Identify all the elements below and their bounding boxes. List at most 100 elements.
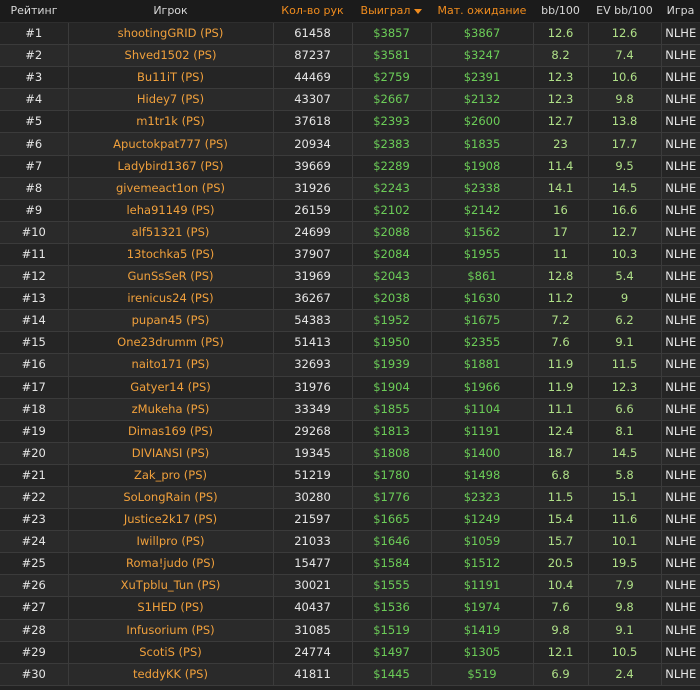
game-cell: NLHE: [660, 508, 700, 532]
player-link[interactable]: XuTpblu_Tun (PS): [121, 578, 221, 592]
bb100-cell: 6.8: [532, 464, 588, 487]
won-cell: $2243: [351, 177, 431, 200]
player-link[interactable]: SoLongRain (PS): [123, 490, 217, 504]
player-link[interactable]: Bu11iT (PS): [137, 70, 204, 84]
ev-cell: $519: [430, 663, 533, 686]
rank-cell: #5: [0, 110, 68, 134]
player-cell: givemeact1on (PS): [67, 177, 273, 200]
player-link[interactable]: Roma!judo (PS): [126, 556, 215, 570]
player-link[interactable]: DIVIANSI (PS): [132, 446, 210, 460]
player-link[interactable]: ScotiS (PS): [139, 645, 202, 659]
table-row: #17 Gatyer14 (PS) 31976 $1904 $1966 11.9 12.3 N…: [0, 376, 700, 399]
ev-cell: $1562: [430, 221, 533, 244]
won-cell: $1780: [351, 464, 431, 487]
player-link[interactable]: zMukeha (PS): [132, 402, 210, 416]
evbb100-cell: 11.6: [587, 508, 661, 532]
player-cell: m1tr1k (PS): [67, 110, 273, 134]
game-cell: NLHE: [660, 552, 700, 576]
hands-cell: 15477: [272, 552, 352, 576]
player-link[interactable]: 13tochka5 (PS): [127, 247, 214, 261]
player-link[interactable]: Shved1502 (PS): [125, 48, 217, 62]
game-cell: NLHE: [660, 596, 700, 620]
player-link[interactable]: S1HED (PS): [137, 600, 203, 614]
player-link[interactable]: teddyKK (PS): [133, 667, 208, 681]
header-won[interactable]: Выиграл: [352, 0, 431, 23]
won-cell: $1776: [351, 486, 431, 510]
player-cell: zMukeha (PS): [67, 398, 273, 421]
table-row: #26 XuTpblu_Tun (PS) 30021 $1555 $1191 10.4 7.…: [0, 574, 700, 598]
ev-cell: $1498: [430, 464, 533, 487]
rank-cell: #2: [0, 44, 68, 68]
player-link[interactable]: pupan45 (PS): [132, 313, 210, 327]
table-row: #10 alf51321 (PS) 24699 $2088 $1562 17 12.7 NLH…: [0, 221, 700, 244]
evbb100-cell: 14.5: [587, 442, 661, 465]
won-cell: $2043: [351, 265, 431, 289]
sort-desc-icon: [414, 8, 423, 14]
game-cell: NLHE: [660, 486, 700, 510]
hands-cell: 61458: [272, 22, 352, 46]
player-link[interactable]: shootingGRID (PS): [118, 26, 224, 40]
ev-cell: $1835: [430, 132, 533, 156]
header-ev[interactable]: Мат. ожидание: [431, 0, 533, 23]
bb100-cell: 12.7: [532, 110, 588, 134]
rank-cell: #27: [0, 596, 68, 620]
player-link[interactable]: Gatyer14 (PS): [130, 380, 211, 394]
table-row: #19 Dimas169 (PS) 29268 $1813 $1191 12.4 8.1 NL…: [0, 420, 700, 443]
game-cell: NLHE: [660, 353, 700, 377]
player-link[interactable]: givemeact1on (PS): [116, 181, 225, 195]
ev-cell: $2323: [430, 486, 533, 510]
table-row: #20 DIVIANSI (PS) 19345 $1808 $1400 18.7 14.5 N…: [0, 442, 700, 465]
table-row: #1 shootingGRID (PS) 61458 $3857 $3867 12.6 12…: [0, 22, 700, 46]
won-cell: $2088: [351, 221, 431, 244]
player-link[interactable]: alf51321 (PS): [132, 225, 210, 239]
header-hands[interactable]: Кол-во рук: [273, 0, 352, 23]
game-cell: NLHE: [660, 376, 700, 399]
game-cell: NLHE: [660, 221, 700, 244]
player-link[interactable]: GunSsSeR (PS): [127, 269, 213, 283]
header-ev-label: Мат. ожидание: [437, 4, 527, 17]
bb100-cell: 11.4: [532, 155, 588, 178]
won-cell: $1646: [351, 530, 431, 554]
evbb100-cell: 10.6: [587, 66, 661, 90]
hands-cell: 37907: [272, 243, 352, 267]
player-link[interactable]: Iwillpro (PS): [136, 534, 204, 548]
bb100-cell: 9.8: [532, 619, 588, 642]
evbb100-cell: 9.8: [587, 596, 661, 620]
table-header: Рейтинг Игрок Кол-во рук Выиграл Мат. ож…: [0, 0, 700, 23]
game-cell: NLHE: [660, 530, 700, 554]
player-link[interactable]: Justice2k17 (PS): [124, 512, 217, 526]
player-link[interactable]: m1tr1k (PS): [136, 114, 205, 128]
player-link[interactable]: Apuctokpat777 (PS): [113, 137, 228, 151]
header-player: Игрок: [68, 0, 273, 23]
ev-cell: $1966: [430, 376, 533, 399]
ev-cell: $1512: [430, 552, 533, 576]
evbb100-cell: 10.1: [587, 530, 661, 554]
ev-cell: $1675: [430, 309, 533, 333]
won-cell: $2038: [351, 287, 431, 311]
player-link[interactable]: Zak_pro (PS): [134, 468, 207, 482]
ev-cell: $1400: [430, 442, 533, 465]
player-link[interactable]: One23drumm (PS): [117, 335, 224, 349]
ev-cell: $1104: [430, 398, 533, 421]
player-link[interactable]: Hidey7 (PS): [137, 92, 204, 106]
player-link[interactable]: naito171 (PS): [132, 357, 210, 371]
player-cell: Apuctokpat777 (PS): [67, 132, 273, 156]
header-hands-label: Кол-во рук: [281, 4, 344, 17]
hands-cell: 30280: [272, 486, 352, 510]
ev-cell: $1249: [430, 508, 533, 532]
player-cell: naito171 (PS): [67, 353, 273, 377]
player-link[interactable]: Ladybird1367 (PS): [117, 159, 223, 173]
player-link[interactable]: Infusorium (PS): [126, 623, 214, 637]
rank-cell: #19: [0, 420, 68, 443]
evbb100-cell: 17.7: [587, 132, 661, 156]
player-link[interactable]: irenicus24 (PS): [127, 291, 213, 305]
player-link[interactable]: leha91149 (PS): [126, 203, 214, 217]
player-link[interactable]: Dimas169 (PS): [128, 424, 213, 438]
bb100-cell: 14.1: [532, 177, 588, 200]
table-body: #1 shootingGRID (PS) 61458 $3857 $3867 12.6 12…: [0, 22, 700, 686]
ev-cell: $2142: [430, 199, 533, 222]
player-cell: Hidey7 (PS): [67, 88, 273, 112]
bb100-cell: 12.1: [532, 641, 588, 664]
evbb100-cell: 10.3: [587, 243, 661, 267]
won-cell: $1584: [351, 552, 431, 576]
